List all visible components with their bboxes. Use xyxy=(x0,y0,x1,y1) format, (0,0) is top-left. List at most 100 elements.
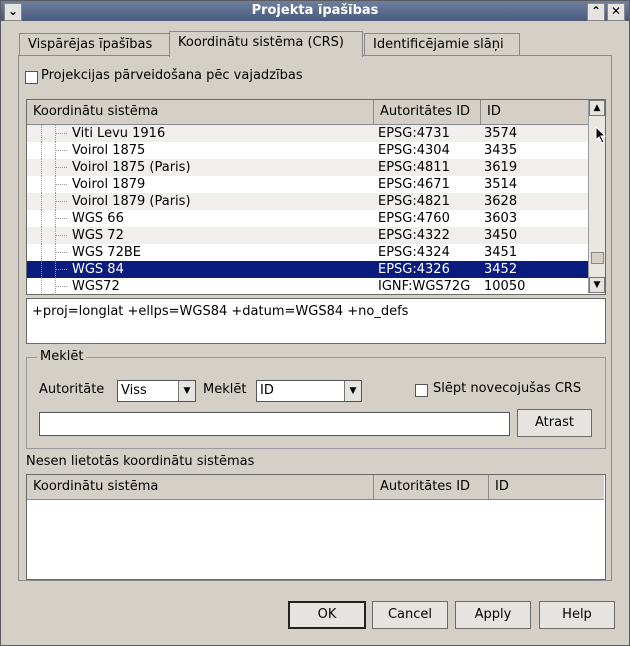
tree-guide-line xyxy=(41,278,43,294)
window-menu-icon[interactable]: ⌄ xyxy=(4,3,22,21)
crs-row[interactable]: WGS 72 EPSG:4322 3450 xyxy=(27,227,588,244)
tree-guide-line xyxy=(41,159,43,176)
column-header-authority-id[interactable]: Autoritātes ID xyxy=(374,100,481,124)
crs-id-cell: 10050 xyxy=(484,279,526,294)
authority-select-value: Viss xyxy=(121,383,147,398)
crs-name-cell: WGS 72 xyxy=(72,228,124,243)
column-header-authority-id[interactable]: Autoritātes ID xyxy=(374,475,489,499)
crs-row[interactable]: Viti Levu 1916 EPSG:4731 3574 xyxy=(27,125,588,142)
search-by-label: Meklēt xyxy=(203,382,247,397)
hide-deprecated-checkbox[interactable] xyxy=(415,384,428,397)
crs-name-cell: Viti Levu 1916 xyxy=(72,126,166,141)
crs-authority-cell: EPSG:4821 xyxy=(378,194,450,209)
on-the-fly-transform-label: Projekcijas pārveidošana pēc vajadzības xyxy=(41,68,303,83)
crs-authority-cell: EPSG:4760 xyxy=(378,211,450,226)
collapse-icon[interactable]: ⌃ xyxy=(587,3,605,21)
help-button[interactable]: Help xyxy=(539,601,615,629)
crs-row[interactable]: Voirol 1879 (Paris) EPSG:4821 3628 xyxy=(27,193,588,210)
chevron-down-icon: ▼ xyxy=(344,381,361,401)
crs-id-cell: 3452 xyxy=(484,262,518,277)
find-button[interactable]: Atrast xyxy=(517,409,592,437)
close-icon[interactable]: ✕ xyxy=(607,3,625,21)
title-bar: ⌄ Projekta īpašības ⌃ ✕ xyxy=(1,1,629,21)
crs-row[interactable]: WGS 84 EPSG:4326 3452 xyxy=(27,261,588,278)
crs-id-cell: 3451 xyxy=(484,245,518,260)
on-the-fly-transform-checkbox[interactable] xyxy=(25,71,38,84)
crs-name-cell: Voirol 1875 xyxy=(72,143,146,158)
tree-guide-line xyxy=(41,244,43,261)
mouse-cursor-icon xyxy=(595,126,607,144)
proj4-definition: +proj=longlat +ellps=WGS84 +datum=WGS84 … xyxy=(26,298,606,344)
tab-label: Koordinātu sistēma (CRS) xyxy=(178,35,344,50)
column-header-id[interactable]: ID xyxy=(481,100,587,124)
tree-guide-line xyxy=(55,201,67,203)
tree-guide-line xyxy=(55,286,67,288)
tree-guide-line xyxy=(55,269,67,271)
chevron-down-icon: ▼ xyxy=(178,381,195,401)
search-by-select[interactable]: ID ▼ xyxy=(256,380,362,402)
tab-label: Identificējamie slāņi xyxy=(373,37,504,52)
column-header-crs[interactable]: Koordinātu sistēma xyxy=(27,475,374,499)
cancel-button[interactable]: Cancel xyxy=(372,601,448,629)
column-header-crs[interactable]: Koordinātu sistēma xyxy=(27,100,374,124)
tree-guide-line xyxy=(41,261,43,278)
tab-identify-layers[interactable]: Identificējamie slāņi xyxy=(364,33,520,56)
tree-guide-line xyxy=(41,210,43,227)
crs-row[interactable]: Voirol 1875 (Paris) EPSG:4811 3619 xyxy=(27,159,588,176)
crs-tree-header: Koordinātu sistēma Autoritātes ID ID xyxy=(27,100,588,125)
tree-guide-line xyxy=(41,142,43,159)
crs-name-cell: WGS 66 xyxy=(72,211,124,226)
authority-label: Autoritāte xyxy=(39,382,105,397)
crs-id-cell: 3619 xyxy=(484,160,518,175)
hide-deprecated-label: Slēpt novecojušas CRS xyxy=(433,381,582,396)
crs-authority-cell: EPSG:4324 xyxy=(378,245,450,260)
crs-row[interactable]: WGS 66 EPSG:4760 3603 xyxy=(27,210,588,227)
crs-name-cell: Voirol 1879 xyxy=(72,177,146,192)
crs-row[interactable]: WGS72 IGNF:WGS72G 10050 xyxy=(27,278,588,294)
crs-id-cell: 3603 xyxy=(484,211,518,226)
recent-crs-list[interactable]: Koordinātu sistēma Autoritātes ID ID xyxy=(26,474,606,580)
crs-row[interactable]: Voirol 1879 EPSG:4671 3514 xyxy=(27,176,588,193)
crs-id-cell: 3574 xyxy=(484,126,518,141)
crs-row[interactable]: Voirol 1875 EPSG:4304 3435 xyxy=(27,142,588,159)
tree-guide-line xyxy=(41,193,43,210)
authority-select[interactable]: Viss ▼ xyxy=(117,380,196,402)
crs-authority-cell: EPSG:4671 xyxy=(378,177,450,192)
tab-general[interactable]: Vispārējas īpašības xyxy=(19,33,175,56)
crs-authority-cell: EPSG:4322 xyxy=(378,228,450,243)
crs-name-cell: WGS 72BE xyxy=(72,245,141,260)
tree-guide-line xyxy=(55,184,67,186)
search-group-title: Meklēt xyxy=(37,349,87,364)
tree-guide-line xyxy=(55,167,67,169)
crs-id-cell: 3450 xyxy=(484,228,518,243)
dialog-window: ⌄ Projekta īpašības ⌃ ✕ Vispārējas īpašī… xyxy=(0,0,630,646)
crs-id-cell: 3514 xyxy=(484,177,518,192)
search-input[interactable] xyxy=(39,412,510,436)
crs-row[interactable]: WGS 72BE EPSG:4324 3451 xyxy=(27,244,588,261)
tree-guide-line xyxy=(55,235,67,237)
ok-button[interactable]: OK xyxy=(288,601,366,629)
tree-guide-line xyxy=(41,227,43,244)
scroll-up-icon[interactable]: ▲ xyxy=(589,100,605,116)
tab-crs[interactable]: Koordinātu sistēma (CRS) xyxy=(169,31,363,57)
crs-authority-cell: EPSG:4731 xyxy=(378,126,450,141)
crs-authority-cell: EPSG:4326 xyxy=(378,262,450,277)
scroll-thumb[interactable] xyxy=(591,252,604,264)
tree-guide-line xyxy=(41,125,43,142)
column-header-id[interactable]: ID xyxy=(489,475,603,499)
apply-button[interactable]: Apply xyxy=(455,601,531,629)
scroll-down-icon[interactable]: ▼ xyxy=(589,277,605,293)
search-by-select-value: ID xyxy=(260,383,274,398)
crs-name-cell: WGS72 xyxy=(72,279,120,294)
crs-name-cell: Voirol 1875 (Paris) xyxy=(72,160,191,175)
crs-name-cell: WGS 84 xyxy=(72,262,124,277)
proj4-text: +proj=longlat +ellps=WGS84 +datum=WGS84 … xyxy=(32,304,409,319)
window-title: Projekta īpašības xyxy=(251,3,379,18)
crs-id-cell: 3435 xyxy=(484,143,518,158)
recent-crs-header: Koordinātu sistēma Autoritātes ID ID xyxy=(27,475,604,500)
crs-tree[interactable]: Koordinātu sistēma Autoritātes ID ID Vit… xyxy=(26,99,606,295)
tab-label: Vispārējas īpašības xyxy=(28,37,153,52)
crs-name-cell: Voirol 1879 (Paris) xyxy=(72,194,191,209)
tree-guide-line xyxy=(41,176,43,193)
tree-guide-line xyxy=(55,252,67,254)
